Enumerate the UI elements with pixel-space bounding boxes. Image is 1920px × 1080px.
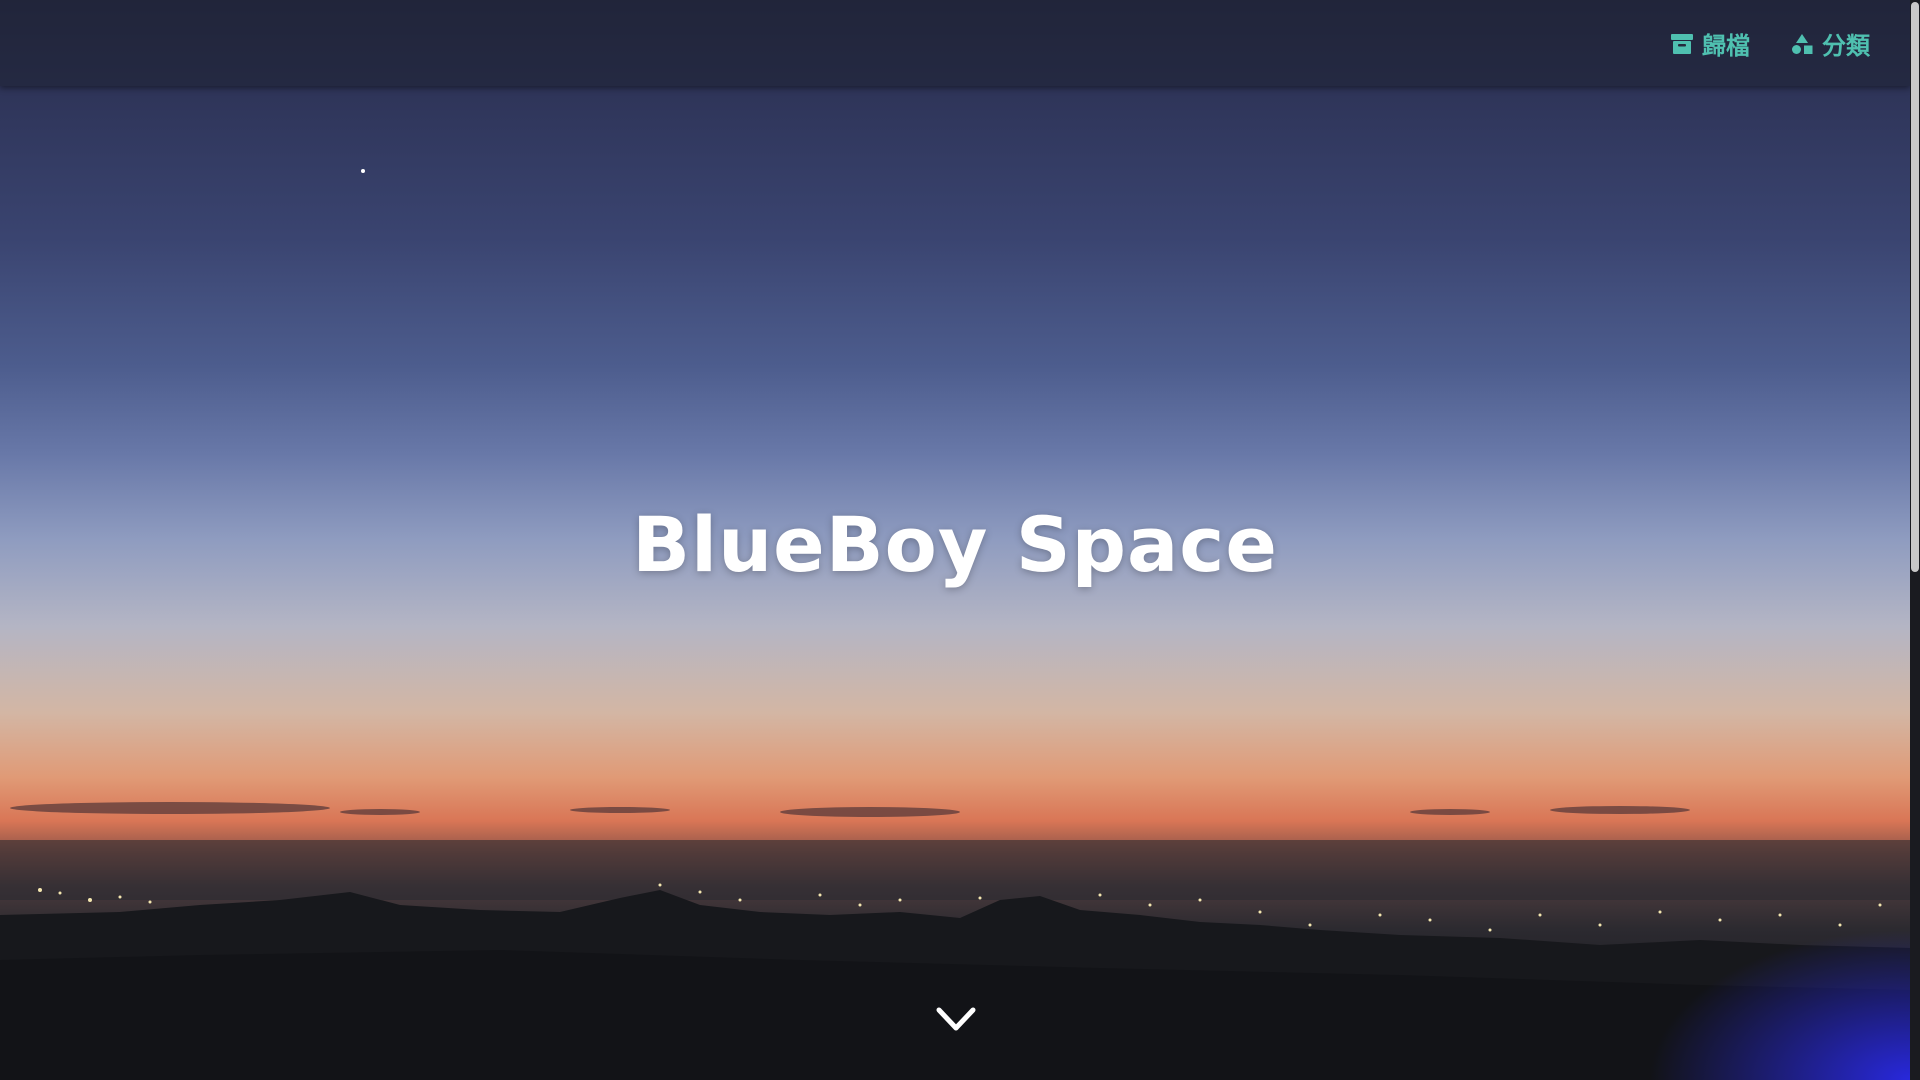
scrollbar[interactable] xyxy=(1910,0,1920,1080)
archive-icon xyxy=(1670,33,1694,55)
nav-item-archive[interactable]: 歸檔 xyxy=(1670,26,1750,61)
nav-item-label: 歸檔 xyxy=(1702,32,1750,60)
nav-item-categories[interactable]: 分類 xyxy=(1790,26,1870,61)
nav-menu: 歸檔 分類 xyxy=(1670,26,1870,61)
nav-item-label: 分類 xyxy=(1822,32,1870,60)
chevron-down-icon xyxy=(936,1007,976,1031)
site-title: BlueBoy Space xyxy=(632,500,1278,589)
scroll-down-button[interactable] xyxy=(935,1005,977,1035)
page: 歸檔 分類 BlueBoy Space xyxy=(0,0,1920,1080)
scrollbar-thumb[interactable] xyxy=(1911,2,1919,572)
top-navbar: 歸檔 分類 xyxy=(0,0,1910,86)
shapes-icon xyxy=(1790,33,1814,55)
